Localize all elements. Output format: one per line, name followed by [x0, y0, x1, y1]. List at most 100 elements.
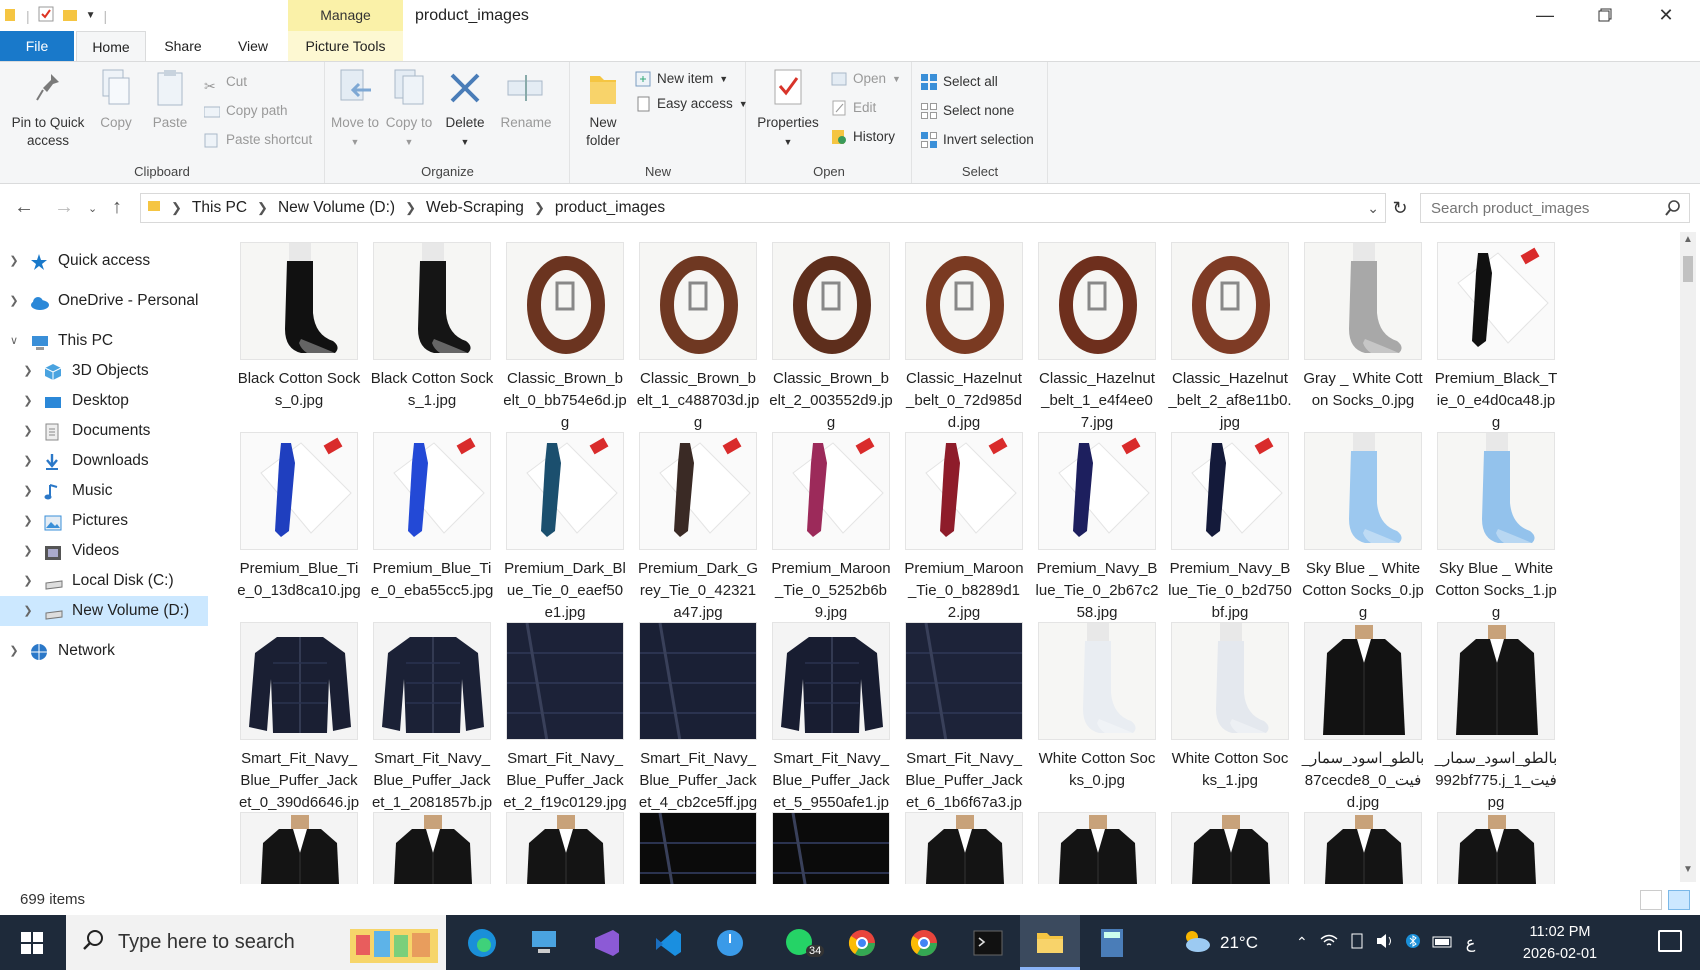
file-item[interactable]: Premium_Dark_Blue_Tie_0_eaef50e1.jpg [501, 432, 629, 622]
file-item[interactable]: Gray _ White Cotton Socks_0.jpg [1299, 242, 1427, 432]
nav-item-document-5[interactable]: ❯ Documents [0, 416, 208, 446]
nav-item-cloud-1[interactable]: ❯ OneDrive - Personal [0, 286, 208, 316]
breadcrumb-chevron-icon[interactable]: ❯ [405, 194, 416, 222]
address-dropdown-chevron-icon[interactable]: ⌄ [1367, 194, 1379, 222]
breadcrumb-chevron-icon[interactable]: ❯ [171, 194, 182, 222]
volume-icon[interactable] [1376, 933, 1394, 952]
taskbar-search[interactable]: Type here to search [66, 915, 446, 970]
open-button[interactable]: Open ▼ [831, 67, 901, 91]
image-thumbnail[interactable] [1038, 622, 1156, 740]
file-name[interactable]: Premium_Blue_Tie_0_eba55cc5.jpg [368, 558, 496, 602]
file-item[interactable]: Classic_Brown_belt_2_003552d9.jpg [767, 242, 895, 432]
image-thumbnail[interactable] [1038, 242, 1156, 360]
new-item-button[interactable]: New item ▼ [635, 67, 728, 91]
easy-access-button[interactable]: Easy access ▼ [635, 92, 748, 116]
file-name[interactable]: Sky Blue _ White Cotton Socks_0.jpg [1299, 558, 1427, 624]
copy-to-button[interactable]: Copy to ▼ [384, 66, 434, 151]
image-thumbnail[interactable] [240, 432, 358, 550]
file-name[interactable]: بالطو_اسود_سمار_فيت_0_87cecde8d.jpg [1299, 748, 1427, 814]
pin-quick-access-button[interactable]: Pin to Quick access [6, 66, 90, 150]
image-thumbnail[interactable] [240, 812, 358, 884]
nav-item-star-0[interactable]: ❯ Quick access [0, 246, 208, 276]
tab-share[interactable]: Share [150, 31, 216, 61]
nav-item-music-7[interactable]: ❯ Music [0, 476, 208, 506]
large-icons-view-icon[interactable] [1668, 890, 1690, 910]
image-thumbnail[interactable] [639, 432, 757, 550]
file-item[interactable]: Classic_Hazelnut_belt_0_72d985dd.jpg [900, 242, 1028, 432]
image-thumbnail[interactable] [1304, 432, 1422, 550]
file-item[interactable]: Smart_Fit_Navy_Blue_Puffer_Jacket_4_cb2c… [634, 622, 762, 812]
nav-item-drive-10[interactable]: ❯ Local Disk (C:) [0, 566, 208, 596]
file-name[interactable]: Premium_Black_Tie_0_e4d0ca48.jpg [1432, 368, 1560, 434]
file-item[interactable]: Sky Blue _ White Cotton Socks_1.jpg [1432, 432, 1560, 622]
new-folder-qat-icon[interactable] [62, 6, 78, 25]
image-thumbnail[interactable] [772, 242, 890, 360]
nav-item-download-6[interactable]: ❯ Downloads [0, 446, 208, 476]
file-item-partial[interactable] [634, 812, 762, 884]
start-button[interactable] [0, 915, 64, 970]
move-to-button[interactable]: Move to ▼ [330, 66, 380, 151]
file-name[interactable]: Premium_Blue_Tie_0_13d8ca10.jpg [235, 558, 363, 602]
image-thumbnail[interactable] [1304, 242, 1422, 360]
tab-view[interactable]: View [218, 31, 288, 61]
select-all-button[interactable]: Select all [921, 70, 998, 94]
file-explorer-taskbar-icon[interactable] [1020, 915, 1080, 970]
image-thumbnail[interactable] [1304, 812, 1422, 884]
bluetooth-icon[interactable] [1405, 932, 1420, 953]
rename-button[interactable]: Rename [496, 66, 556, 132]
file-item[interactable]: Sky Blue _ White Cotton Socks_0.jpg [1299, 432, 1427, 622]
file-item[interactable]: Premium_Blue_Tie_0_eba55cc5.jpg [368, 432, 496, 622]
file-name[interactable]: White Cotton Socks_0.jpg [1033, 748, 1161, 792]
file-name[interactable]: Smart_Fit_Navy_Blue_Puffer_Jacket_2_f19c… [501, 748, 629, 814]
customize-qat-icon[interactable]: ▼ [86, 10, 96, 21]
file-item[interactable]: Smart_Fit_Navy_Blue_Puffer_Jacket_2_f19c… [501, 622, 629, 812]
image-thumbnail[interactable] [772, 622, 890, 740]
file-name[interactable]: Classic_Brown_belt_1_c488703d.jpg [634, 368, 762, 434]
image-thumbnail[interactable] [772, 812, 890, 884]
new-folder-button[interactable]: New folder [575, 66, 631, 150]
file-name[interactable]: Black Cotton Socks_1.jpg [368, 368, 496, 412]
nav-item-videos-9[interactable]: ❯ Videos [0, 536, 208, 566]
image-thumbnail[interactable] [905, 432, 1023, 550]
address-bar[interactable]: ❯ This PC ❯ New Volume (D:) ❯ Web-Scrapi… [140, 193, 1386, 223]
file-item[interactable]: Premium_Navy_Blue_Tie_0_b2d750bf.jpg [1166, 432, 1294, 622]
file-name[interactable]: Classic_Hazelnut_belt_1_e4f4ee07.jpg [1033, 368, 1161, 434]
file-name[interactable]: Classic_Brown_belt_2_003552d9.jpg [767, 368, 895, 434]
breadcrumb-web-scraping[interactable]: Web-Scraping [426, 194, 524, 222]
delete-button[interactable]: Delete ▼ [442, 66, 488, 151]
close-button[interactable]: ✕ [1636, 0, 1696, 31]
file-name[interactable]: Sky Blue _ White Cotton Socks_1.jpg [1432, 558, 1560, 624]
scroll-up-icon[interactable]: ▲ [1680, 234, 1696, 250]
whatsapp-taskbar-icon[interactable]: 34 [770, 915, 830, 970]
file-item[interactable]: Classic_Hazelnut_belt_2_af8e11b0.jpg [1166, 242, 1294, 432]
nav-item-cube-3[interactable]: ❯ 3D Objects [0, 356, 208, 386]
breadcrumb-chevron-icon[interactable]: ❯ [534, 194, 545, 222]
file-name[interactable]: Premium_Dark_Blue_Tie_0_eaef50e1.jpg [501, 558, 629, 624]
clock[interactable]: 11:02 PM 2026-02-01 [1515, 921, 1605, 965]
collapsed-chevron-icon[interactable]: ❯ [20, 566, 36, 596]
collapsed-chevron-icon[interactable]: ❯ [20, 536, 36, 566]
image-thumbnail[interactable] [1304, 622, 1422, 740]
image-thumbnail[interactable] [1038, 432, 1156, 550]
paste-shortcut-button[interactable]: Paste shortcut [204, 128, 312, 152]
nav-item-drive-11[interactable]: ❯ New Volume (D:) [0, 596, 208, 626]
restore-button[interactable] [1575, 0, 1635, 31]
visual-studio-taskbar-icon[interactable] [576, 915, 636, 970]
image-thumbnail[interactable] [373, 242, 491, 360]
collapsed-chevron-icon[interactable]: ❯ [6, 636, 22, 666]
image-thumbnail[interactable] [506, 432, 624, 550]
file-name[interactable]: Classic_Hazelnut_belt_0_72d985dd.jpg [900, 368, 1028, 434]
image-thumbnail[interactable] [639, 812, 757, 884]
image-thumbnail[interactable] [1437, 622, 1555, 740]
copy-path-button[interactable]: Copy path [203, 99, 288, 123]
image-thumbnail[interactable] [905, 622, 1023, 740]
terminal-taskbar-icon[interactable] [958, 915, 1018, 970]
collapsed-chevron-icon[interactable]: ❯ [20, 506, 36, 536]
file-name[interactable]: Gray _ White Cotton Socks_0.jpg [1299, 368, 1427, 412]
file-item[interactable]: Smart_Fit_Navy_Blue_Puffer_Jacket_6_1b6f… [900, 622, 1028, 833]
forward-arrow-icon[interactable]: → [54, 196, 74, 219]
collapsed-chevron-icon[interactable]: ❯ [20, 356, 36, 386]
chrome-taskbar-icon[interactable] [832, 915, 892, 970]
file-name[interactable]: Premium_Navy_Blue_Tie_0_b2d750bf.jpg [1166, 558, 1294, 624]
properties-qat-icon[interactable] [38, 6, 54, 25]
